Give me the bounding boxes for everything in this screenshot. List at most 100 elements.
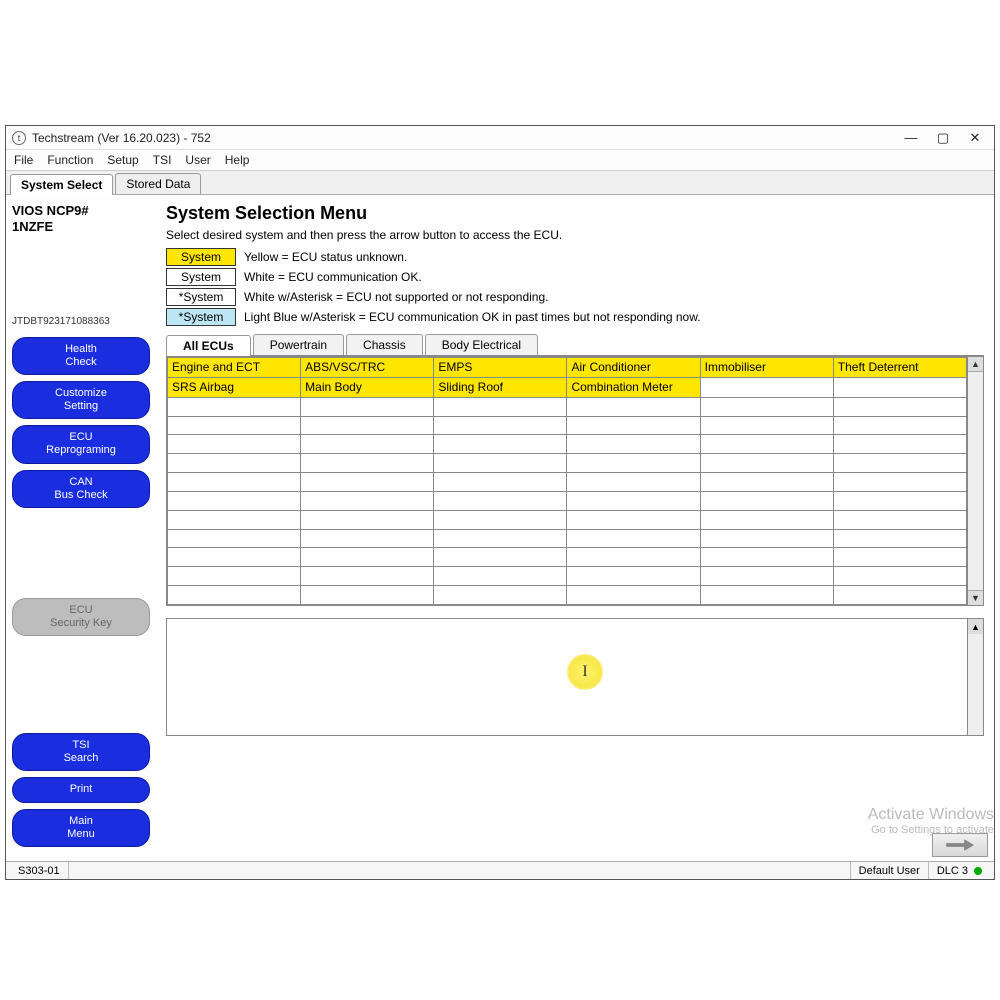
grid-cell[interactable]: Air Conditioner <box>567 358 700 378</box>
grid-cell <box>833 416 966 435</box>
grid-cell <box>168 567 301 586</box>
legend-row: *System White w/Asterisk = ECU not suppor… <box>166 288 984 306</box>
scroll-down-icon[interactable]: ▼ <box>968 590 983 605</box>
legend-text: White w/Asterisk = ECU not supported or … <box>244 290 548 304</box>
grid-cell <box>301 510 434 529</box>
legend-text: Light Blue w/Asterisk = ECU communicatio… <box>244 310 701 324</box>
status-user: Default User <box>851 862 929 879</box>
menu-tsi[interactable]: TSI <box>153 153 172 167</box>
grid-cell <box>434 397 567 416</box>
side-btn-customize-setting[interactable]: CustomizeSetting <box>12 381 150 419</box>
grid-cell[interactable]: ABS/VSC/TRC <box>301 358 434 378</box>
side-btn-print[interactable]: Print <box>12 777 150 802</box>
ecu-tab-body-electrical[interactable]: Body Electrical <box>425 334 538 355</box>
window-title: Techstream (Ver 16.20.023) - 752 <box>32 131 211 145</box>
grid-cell <box>168 397 301 416</box>
ecu-tab-powertrain[interactable]: Powertrain <box>253 334 344 355</box>
grid-cell <box>567 473 700 492</box>
grid-cell <box>301 491 434 510</box>
scroll-up-icon[interactable]: ▲ <box>968 357 983 372</box>
ecu-tabs: All ECUsPowertrainChassisBody Electrical <box>166 334 984 356</box>
side-btn-health-check[interactable]: HealthCheck <box>12 337 150 375</box>
grid-cell <box>567 586 700 605</box>
status-left: S303-01 <box>10 862 69 879</box>
maximize-button[interactable]: ▢ <box>936 131 950 145</box>
grid-cell <box>301 473 434 492</box>
grid-cell <box>700 397 833 416</box>
minimize-button[interactable]: — <box>904 131 918 145</box>
grid-cell <box>700 586 833 605</box>
grid-cell <box>168 510 301 529</box>
grid-cell <box>700 435 833 454</box>
detail-box: I ▲ <box>166 618 984 736</box>
grid-cell <box>168 473 301 492</box>
legend-chip: *System <box>166 288 236 306</box>
side-btn-ecu-reprograming[interactable]: ECUReprograming <box>12 425 150 463</box>
menu-file[interactable]: File <box>14 153 33 167</box>
top-tab-system-select[interactable]: System Select <box>10 174 113 195</box>
ecu-tab-chassis[interactable]: Chassis <box>346 334 423 355</box>
vehicle-label: VIOS NCP9# 1NZFE <box>12 203 150 236</box>
grid-scrollbar[interactable]: ▲ ▼ <box>967 357 983 605</box>
status-center <box>69 862 851 879</box>
grid-cell <box>833 473 966 492</box>
grid-cell <box>434 529 567 548</box>
grid-cell[interactable]: Sliding Roof <box>434 377 567 397</box>
grid-cell <box>168 529 301 548</box>
side-btn-ecu-security-key: ECUSecurity Key <box>12 598 150 636</box>
grid-cell[interactable]: Immobiliser <box>700 358 833 378</box>
side-btn-tsi-search[interactable]: TSISearch <box>12 733 150 771</box>
grid-cell <box>833 567 966 586</box>
menu-setup[interactable]: Setup <box>107 153 138 167</box>
grid-cell <box>434 491 567 510</box>
grid-cell <box>567 435 700 454</box>
menu-function[interactable]: Function <box>47 153 93 167</box>
grid-cell <box>301 529 434 548</box>
text-cursor-highlight: I <box>567 654 603 690</box>
scroll-up-icon[interactable]: ▲ <box>968 619 983 634</box>
grid-cell <box>700 491 833 510</box>
grid-cell[interactable]: Main Body <box>301 377 434 397</box>
close-button[interactable]: ✕ <box>968 131 982 145</box>
status-right: DLC 3 <box>929 862 990 879</box>
sidebar: VIOS NCP9# 1NZFE JTDBT923171088363 Healt… <box>6 195 156 861</box>
grid-cell <box>168 548 301 567</box>
grid-cell <box>700 377 833 397</box>
grid-cell <box>567 548 700 567</box>
grid-cell <box>168 491 301 510</box>
grid-cell[interactable]: Engine and ECT <box>168 358 301 378</box>
legend-chip: *System <box>166 308 236 326</box>
grid-cell[interactable]: SRS Airbag <box>168 377 301 397</box>
legend-text: Yellow = ECU status unknown. <box>244 250 407 264</box>
grid-cell[interactable]: Theft Deterrent <box>833 358 966 378</box>
grid-cell <box>700 510 833 529</box>
side-btn-main-menu[interactable]: MainMenu <box>12 809 150 847</box>
grid-cell <box>700 416 833 435</box>
next-arrow-button[interactable] <box>932 833 988 857</box>
grid-cell <box>434 435 567 454</box>
top-tabs: System SelectStored Data <box>6 171 994 195</box>
side-btn-can-bus-check[interactable]: CANBus Check <box>12 470 150 508</box>
grid-cell[interactable]: EMPS <box>434 358 567 378</box>
ecu-grid-wrap: Engine and ECTABS/VSC/TRCEMPSAir Conditi… <box>166 356 984 606</box>
grid-cell <box>567 397 700 416</box>
ecu-grid[interactable]: Engine and ECTABS/VSC/TRCEMPSAir Conditi… <box>167 357 967 605</box>
legend-row: SystemWhite = ECU communication OK. <box>166 268 984 286</box>
ecu-tab-all-ecus[interactable]: All ECUs <box>166 335 251 356</box>
grid-cell <box>434 548 567 567</box>
detail-scrollbar[interactable]: ▲ <box>967 619 983 735</box>
top-tab-stored-data[interactable]: Stored Data <box>115 173 201 194</box>
grid-cell[interactable]: Combination Meter <box>567 377 700 397</box>
legend-chip: System <box>166 248 236 266</box>
grid-cell <box>301 435 434 454</box>
grid-cell <box>434 454 567 473</box>
grid-cell <box>833 529 966 548</box>
menu-help[interactable]: Help <box>225 153 250 167</box>
grid-cell <box>833 435 966 454</box>
menu-user[interactable]: User <box>185 153 210 167</box>
grid-cell <box>700 548 833 567</box>
page-subtitle: Select desired system and then press the… <box>166 228 984 242</box>
grid-cell <box>168 416 301 435</box>
connection-dot-icon <box>974 867 982 875</box>
grid-cell <box>301 454 434 473</box>
